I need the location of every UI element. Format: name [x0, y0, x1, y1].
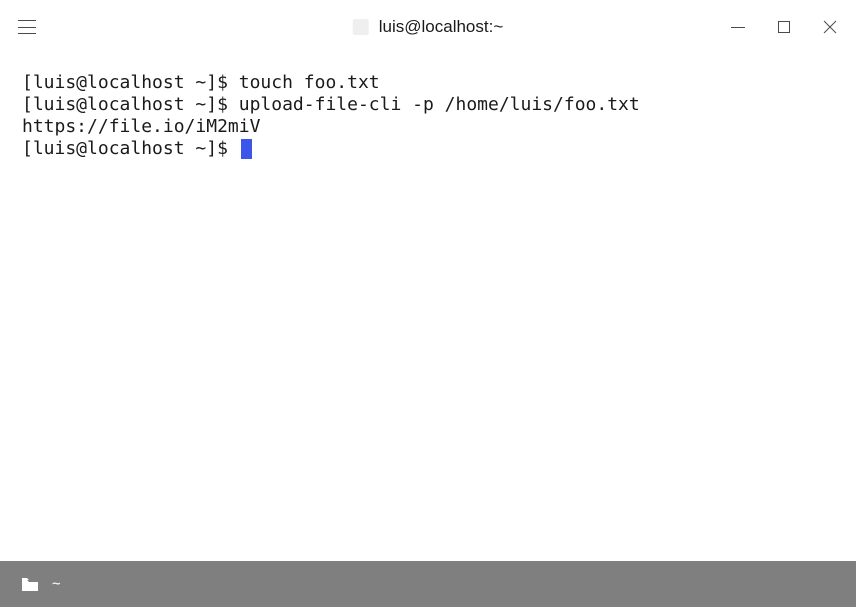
terminal-line: [luis@localhost ~]$ upload-file-cli -p /… — [22, 94, 834, 116]
window-title: luis@localhost:~ — [379, 17, 504, 37]
prompt-text: [luis@localhost ~]$ — [22, 94, 239, 115]
command-text: upload-file-cli -p /home/luis/foo.txt — [239, 94, 640, 115]
output-text: https://file.io/iM2miV — [22, 116, 260, 137]
titlebar-left — [18, 20, 36, 34]
titlebar: luis@localhost:~ — [0, 0, 856, 54]
close-button[interactable] — [822, 19, 838, 35]
menu-icon[interactable] — [18, 20, 36, 34]
minimize-button[interactable] — [730, 19, 746, 35]
prompt-text: [luis@localhost ~]$ — [22, 138, 239, 160]
maximize-icon — [778, 21, 790, 33]
terminal-current-prompt: [luis@localhost ~]$ — [22, 138, 834, 160]
cursor-icon — [241, 139, 252, 159]
status-footer: ~ — [0, 561, 856, 607]
terminal-line: [luis@localhost ~]$ touch foo.txt — [22, 72, 834, 94]
command-text: touch foo.txt — [239, 72, 380, 93]
maximize-button[interactable] — [776, 19, 792, 35]
terminal-app-icon — [353, 19, 369, 35]
prompt-text: [luis@localhost ~]$ — [22, 72, 239, 93]
folder-icon — [22, 578, 38, 591]
titlebar-center: luis@localhost:~ — [353, 17, 504, 37]
window-controls — [730, 19, 838, 35]
minimize-icon — [731, 27, 745, 28]
terminal-line: https://file.io/iM2miV — [22, 116, 834, 138]
close-icon — [823, 20, 837, 34]
terminal-output-area[interactable]: [luis@localhost ~]$ touch foo.txt [luis@… — [0, 54, 856, 561]
current-path: ~ — [52, 576, 60, 592]
